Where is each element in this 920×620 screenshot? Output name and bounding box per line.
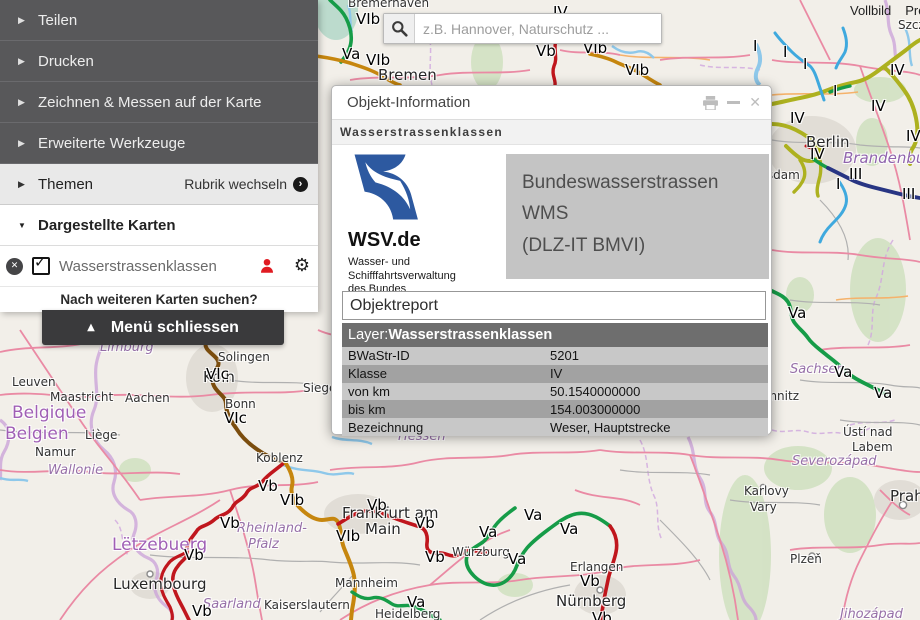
minimize-icon[interactable] bbox=[727, 101, 740, 104]
sidebar-item-drucken[interactable]: ▶ Drucken bbox=[0, 41, 318, 82]
search-bar bbox=[383, 13, 662, 44]
chevron-right-icon: ▶ bbox=[18, 56, 38, 67]
layer-row-wasserstrassenklassen: ✕ ✓ Wasserstrassenklassen ⚙ bbox=[0, 246, 318, 287]
sidebar-item-erweiterte-werkzeuge[interactable]: ▶ Erweiterte Werkzeuge bbox=[0, 123, 318, 164]
fullscreen-link[interactable]: Vollbild bbox=[850, 3, 891, 18]
sidebar-item-themen[interactable]: ▶ Themen Rubrik wechseln › bbox=[0, 164, 318, 205]
table-layer-header: Layer: Wasserstrassenklassen bbox=[342, 323, 768, 347]
app-window: BremerhavenBremenSzczeSolingenKölnBonnKo… bbox=[0, 0, 920, 620]
table-row: von km 50.1540000000 bbox=[342, 383, 768, 401]
report-problem-link[interactable]: Probl bbox=[905, 3, 920, 18]
sidebar-item-zeichnen-messen[interactable]: ▶ Zeichnen & Messen auf der Karte bbox=[0, 82, 318, 123]
objektreport-select[interactable]: Objektreport bbox=[342, 291, 766, 320]
top-links: Vollbild Probl bbox=[850, 3, 920, 18]
sidebar-item-label: Teilen bbox=[38, 12, 318, 29]
service-line1: Bundeswasserstrassen WMS bbox=[522, 167, 753, 230]
rubrik-wechseln-label: Rubrik wechseln bbox=[184, 176, 287, 192]
wsv-brand: WSV.de bbox=[348, 229, 498, 252]
dialog-title: Objekt-Information bbox=[347, 94, 694, 111]
service-name-box: Bundeswasserstrassen WMS (DLZ-IT BMVI) bbox=[506, 154, 769, 279]
rubrik-wechseln-link[interactable]: Rubrik wechseln › bbox=[184, 176, 308, 192]
sidebar-item-label: Erweiterte Werkzeuge bbox=[38, 135, 318, 152]
sidebar-item-dargestellte-karten[interactable]: ▼ Dargestellte Karten bbox=[0, 205, 318, 246]
chevron-down-icon: ▼ bbox=[18, 221, 38, 230]
sidebar-item-teilen[interactable]: ▶ Teilen bbox=[0, 0, 318, 41]
wsv-logo-icon bbox=[348, 153, 426, 221]
sidebar-menu: ▶ Teilen ▶ Drucken ▶ Zeichnen & Messen a… bbox=[0, 0, 318, 312]
object-info-dialog: Objekt-Information ✕ Wasserstrassenklass… bbox=[331, 85, 772, 435]
search-more-maps-link[interactable]: Nach weiteren Karten suchen? bbox=[0, 287, 318, 312]
chevron-circle-icon: › bbox=[293, 177, 308, 192]
chevron-right-icon: ▶ bbox=[18, 15, 38, 26]
dialog-subtitle: Wasserstrassenklassen bbox=[332, 119, 771, 145]
print-icon[interactable] bbox=[703, 96, 718, 110]
check-icon: ✓ bbox=[34, 253, 47, 271]
table-row: Klasse IV bbox=[342, 365, 768, 383]
close-menu-label: Menü schliessen bbox=[111, 319, 239, 337]
close-menu-button[interactable]: ▲ Menü schliessen bbox=[42, 310, 284, 345]
search-input[interactable] bbox=[415, 14, 661, 43]
sidebar-item-label: Dargestellte Karten bbox=[38, 217, 318, 234]
layer-settings-gear-icon[interactable]: ⚙ bbox=[294, 257, 310, 275]
sidebar-item-label: Zeichnen & Messen auf der Karte bbox=[38, 94, 318, 111]
wsv-logo-block: WSV.de Wasser- und Schifffahrtsverwaltun… bbox=[348, 153, 498, 297]
chevron-right-icon: ▶ bbox=[18, 97, 38, 108]
layer-contact-icon[interactable] bbox=[258, 257, 276, 275]
remove-layer-icon[interactable]: ✕ bbox=[6, 258, 23, 275]
close-icon[interactable]: ✕ bbox=[749, 95, 761, 111]
table-row: Bezeichnung Weser, Hauptstrecke bbox=[342, 418, 768, 436]
layer-visibility-checkbox[interactable]: ✓ bbox=[32, 257, 50, 275]
search-icon bbox=[391, 20, 408, 37]
layer-name: Wasserstrassenklassen bbox=[59, 258, 258, 275]
table-row: BWaStr-ID 5201 bbox=[342, 347, 768, 365]
service-line2: (DLZ-IT BMVI) bbox=[522, 230, 753, 261]
dialog-body: WSV.de Wasser- und Schifffahrtsverwaltun… bbox=[332, 145, 771, 437]
sidebar-item-label: Themen bbox=[38, 176, 184, 193]
search-button[interactable] bbox=[384, 14, 415, 43]
sidebar-item-label: Drucken bbox=[38, 53, 318, 70]
dialog-titlebar[interactable]: Objekt-Information ✕ bbox=[332, 86, 771, 119]
table-row: bis km 154.003000000 bbox=[342, 400, 768, 418]
chevron-right-icon: ▶ bbox=[18, 138, 38, 149]
chevron-right-icon: ▶ bbox=[18, 179, 38, 190]
chevron-up-icon: ▲ bbox=[87, 322, 95, 333]
object-attribute-table: Layer: Wasserstrassenklassen BWaStr-ID 5… bbox=[342, 323, 768, 436]
